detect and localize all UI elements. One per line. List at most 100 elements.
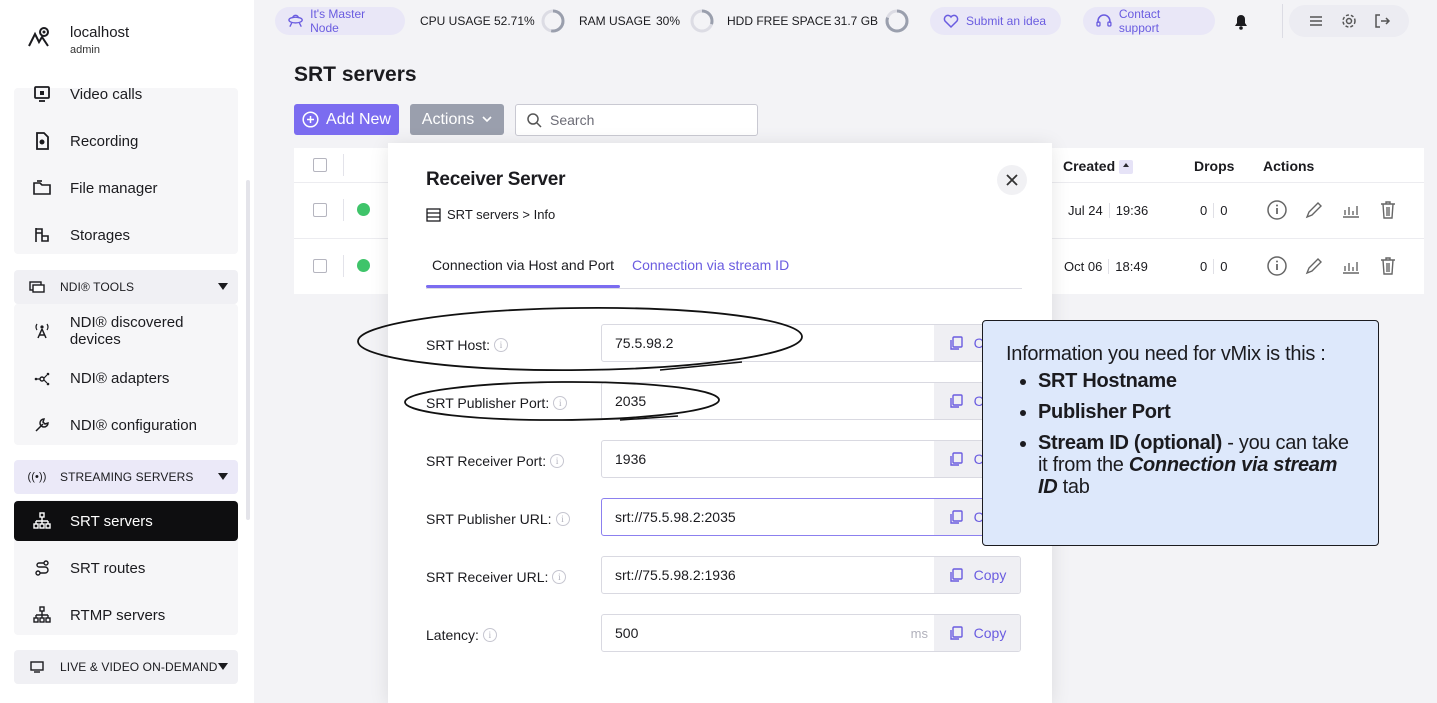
section-ndi-tools[interactable]: NDI® TOOLS bbox=[14, 270, 238, 304]
contact-support-button[interactable]: Contact support bbox=[1083, 7, 1215, 35]
row-checkbox[interactable] bbox=[313, 203, 327, 217]
info-icon[interactable] bbox=[1266, 255, 1288, 277]
network-icon bbox=[14, 605, 70, 625]
callout-item-text: Stream ID (optional) bbox=[1038, 432, 1223, 454]
cpu-usage-ring bbox=[541, 9, 565, 33]
headset-icon bbox=[1096, 14, 1112, 27]
srt-receiver-url-field[interactable]: srt://75.5.98.2:1936 Copy bbox=[601, 556, 1021, 594]
menu-icon[interactable] bbox=[1307, 12, 1325, 30]
section-live-vod[interactable]: LIVE & VIDEO ON-DEMAND bbox=[14, 650, 238, 684]
modal-tabs: Connection via Host and Port Connection … bbox=[426, 247, 1022, 289]
info-icon[interactable]: i bbox=[550, 454, 565, 468]
breadcrumb-text: SRT servers > Info bbox=[447, 207, 556, 222]
chevron-down-icon bbox=[482, 116, 492, 123]
sidebar-item-recording[interactable]: Recording bbox=[14, 121, 238, 161]
sidebar-item-srt-routes[interactable]: SRT routes bbox=[14, 548, 238, 588]
section-streaming-servers[interactable]: ((•)) STREAMING SERVERS bbox=[14, 460, 238, 494]
field-label-text: SRT Receiver URL: bbox=[426, 569, 549, 585]
ram-value: 30% bbox=[656, 14, 681, 28]
srt-receiver-url-value: srt://75.5.98.2:1936 bbox=[615, 567, 736, 583]
row-checkbox[interactable] bbox=[313, 259, 327, 273]
info-icon[interactable]: i bbox=[482, 628, 497, 642]
actions-dropdown[interactable]: Actions bbox=[410, 104, 504, 135]
srt-receiver-port-field[interactable]: 1936 Copy bbox=[601, 440, 1021, 478]
field-label-text: SRT Receiver Port: bbox=[426, 453, 547, 469]
sidebar-item-rtmp-servers[interactable]: RTMP servers bbox=[14, 595, 238, 635]
folder-icon bbox=[14, 178, 70, 198]
section-label: NDI® TOOLS bbox=[60, 280, 135, 294]
info-icon[interactable]: i bbox=[552, 570, 567, 584]
master-node-badge[interactable]: It's Master Node bbox=[275, 7, 405, 35]
row-drops-b: 0 bbox=[1213, 203, 1228, 218]
copy-icon bbox=[949, 510, 963, 524]
ufo-icon bbox=[288, 14, 303, 28]
sort-icon[interactable] bbox=[1119, 160, 1134, 175]
sidebar-item-label: File manager bbox=[70, 179, 158, 197]
column-divider bbox=[343, 255, 344, 277]
row-date: Jul 24 bbox=[1068, 203, 1103, 218]
broadcast-icon: ((•)) bbox=[27, 471, 47, 483]
copy-label: Copy bbox=[973, 625, 1007, 641]
callout-item-text: tab bbox=[1057, 476, 1090, 498]
add-new-button[interactable]: Add New bbox=[294, 104, 399, 135]
row-drops: 00 bbox=[1200, 259, 1228, 274]
column-divider bbox=[343, 154, 344, 176]
srt-host-field[interactable]: 75.5.98.2 Copy bbox=[601, 324, 1021, 362]
copy-button[interactable]: Copy bbox=[934, 615, 1020, 651]
monitor-icon bbox=[14, 661, 60, 673]
logout-icon[interactable] bbox=[1373, 12, 1391, 30]
top-tools bbox=[1289, 5, 1409, 37]
stats-icon[interactable] bbox=[1340, 255, 1362, 277]
trash-icon[interactable] bbox=[1377, 255, 1399, 277]
hdd-usage-ring bbox=[885, 9, 909, 33]
copy-label: Copy bbox=[973, 567, 1007, 583]
hdd-label: HDD FREE SPACE bbox=[727, 14, 832, 28]
sidebar-item-ndi-adapters[interactable]: NDI® adapters bbox=[14, 358, 238, 398]
server-icon bbox=[426, 207, 441, 222]
tab-stream-id[interactable]: Connection via stream ID bbox=[632, 257, 789, 273]
status-online-dot bbox=[357, 203, 370, 216]
column-actions: Actions bbox=[1263, 158, 1315, 174]
breadcrumb: SRT servers > Info bbox=[426, 207, 555, 222]
trash-icon[interactable] bbox=[1377, 199, 1399, 221]
master-node-label: It's Master Node bbox=[310, 7, 366, 35]
wrench-icon bbox=[14, 415, 70, 435]
plus-circle-icon bbox=[302, 111, 319, 128]
info-icon[interactable]: i bbox=[555, 512, 570, 526]
edit-icon[interactable] bbox=[1303, 255, 1325, 277]
srt-publisher-port-label: SRT Publisher Port: i bbox=[426, 395, 568, 411]
sidebar-scrollbar[interactable] bbox=[246, 180, 250, 520]
section-label: LIVE & VIDEO ON-DEMAND bbox=[60, 660, 218, 674]
cpu-value: 52.71% bbox=[494, 14, 535, 28]
info-icon[interactable]: i bbox=[553, 396, 568, 410]
sidebar-item-storages[interactable]: Storages bbox=[14, 215, 238, 255]
brand-host: localhost bbox=[70, 24, 130, 41]
search-input[interactable] bbox=[550, 112, 740, 128]
tab-host-port[interactable]: Connection via Host and Port bbox=[426, 257, 620, 273]
sidebar-item-label: Storages bbox=[70, 226, 131, 244]
ndi-tools-icon bbox=[14, 280, 60, 294]
srt-publisher-port-field[interactable]: 2035 Copy bbox=[601, 382, 1021, 420]
stats-icon[interactable] bbox=[1340, 199, 1362, 221]
copy-button[interactable]: Copy bbox=[934, 557, 1020, 593]
select-all-checkbox[interactable] bbox=[313, 158, 327, 172]
srt-publisher-url-field[interactable]: srt://75.5.98.2:2035 Copy bbox=[601, 498, 1021, 536]
sidebar-item-video-calls[interactable]: Video calls bbox=[14, 74, 238, 114]
ram-label: RAM USAGE bbox=[579, 14, 652, 28]
column-created[interactable]: Created bbox=[1063, 158, 1134, 175]
edit-icon[interactable] bbox=[1303, 199, 1325, 221]
contact-support-label: Contact support bbox=[1118, 7, 1161, 35]
row-time: 18:49 bbox=[1108, 259, 1148, 274]
submit-idea-button[interactable]: Submit an idea bbox=[930, 7, 1061, 35]
sidebar-item-ndi-devices[interactable]: NDI® discovered devices bbox=[14, 311, 238, 351]
sidebar-item-ndi-configuration[interactable]: NDI® configuration bbox=[14, 405, 238, 445]
info-icon[interactable] bbox=[1266, 199, 1288, 221]
sidebar-item-srt-servers[interactable]: SRT servers bbox=[14, 501, 238, 541]
gear-icon[interactable] bbox=[1340, 12, 1358, 30]
info-icon[interactable]: i bbox=[494, 338, 509, 352]
field-label-text: SRT Host: bbox=[426, 337, 491, 353]
close-button[interactable] bbox=[997, 165, 1027, 195]
sidebar-item-file-manager[interactable]: File manager bbox=[14, 168, 238, 208]
latency-field[interactable]: 500 ms Copy bbox=[601, 614, 1021, 652]
bell-icon[interactable] bbox=[1231, 11, 1251, 31]
